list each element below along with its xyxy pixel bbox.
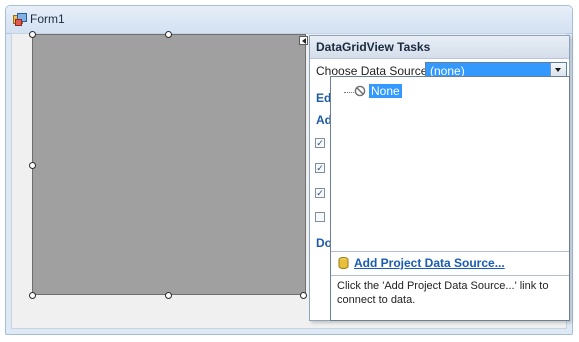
- add-project-data-source-link[interactable]: Add Project Data Source...: [354, 256, 505, 270]
- enable-reordering-checkbox[interactable]: [315, 212, 325, 222]
- tasks-panel-title: DataGridView Tasks: [316, 40, 431, 54]
- resize-handle-bottom-right[interactable]: [300, 292, 307, 299]
- resize-handle-top[interactable]: [165, 31, 172, 38]
- data-source-tree: None: [331, 77, 569, 251]
- resize-handle-bottom[interactable]: [165, 292, 172, 299]
- datagridview-control[interactable]: [32, 34, 306, 295]
- form-icon: [13, 13, 27, 26]
- resize-handle-top-left[interactable]: [29, 31, 36, 38]
- add-project-data-source-row: Add Project Data Source...: [331, 252, 569, 274]
- enable-deleting-checkbox[interactable]: ✓: [315, 188, 325, 198]
- smart-tag-arrow-icon[interactable]: [299, 36, 308, 45]
- data-source-dropdown: None Add Project Data Source... Click th…: [330, 76, 570, 321]
- enable-adding-checkbox[interactable]: ✓: [315, 138, 325, 148]
- tree-connector: [344, 92, 354, 93]
- designer-surface: Form1 DataGridView Tasks Choose Data Sou…: [0, 0, 579, 342]
- database-icon: [338, 257, 349, 269]
- dropdown-help-text: Click the 'Add Project Data Source...' l…: [337, 280, 549, 306]
- help-divider: [331, 275, 569, 276]
- resize-handle-left[interactable]: [29, 162, 36, 169]
- enable-editing-checkbox[interactable]: ✓: [315, 163, 325, 173]
- form-title-bar[interactable]: Form1: [6, 6, 572, 34]
- resize-handle-bottom-left[interactable]: [29, 292, 36, 299]
- tasks-panel-header: DataGridView Tasks: [310, 36, 569, 59]
- prohibited-icon: [354, 85, 366, 97]
- form-title: Form1: [30, 12, 65, 26]
- tree-item-none[interactable]: None: [369, 84, 402, 98]
